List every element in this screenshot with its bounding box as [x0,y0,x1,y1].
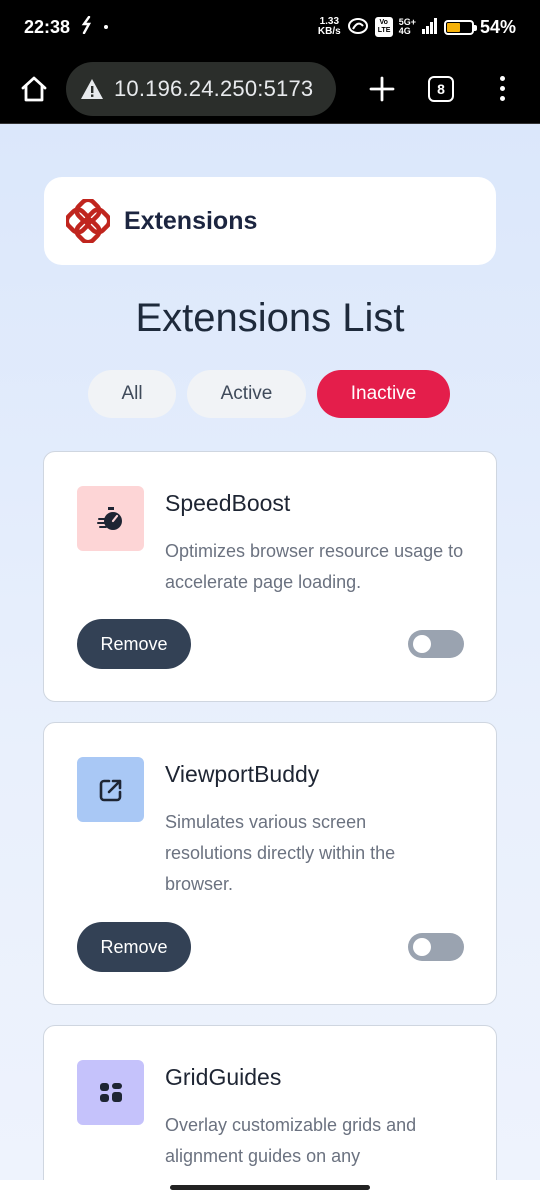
home-indicator[interactable] [170,1185,370,1190]
speed-icon [96,506,122,530]
extension-name: GridGuides [165,1064,282,1090]
hotspot-icon [347,17,369,38]
grid-icon [99,1082,122,1102]
enable-toggle[interactable] [408,630,464,658]
network-sub: 4G [398,26,411,36]
extension-icon-box [77,486,144,551]
warning-icon[interactable] [80,78,104,100]
address-bar[interactable]: 10.196.24.250:5173 [66,61,336,116]
tab-switcher-button[interactable]: 8 [428,75,454,102]
signal-icon [421,17,438,37]
home-icon [21,76,47,101]
filter-all-button[interactable]: All [88,370,176,418]
net-speed-unit: KB/s [317,26,341,37]
network-label: 5G+ 4G [399,18,416,36]
battery-icon [443,19,477,35]
status-bar: 22:38 1.33 KB/s Vo LTE 5G+ 4G 54% [0,0,540,54]
home-button[interactable] [14,69,54,109]
bottom-nav-area [0,1180,540,1200]
external-link-icon [99,779,121,801]
notification-icon [80,15,94,39]
menu-button[interactable] [492,69,512,109]
dot-icon [104,25,109,29]
net-speed: 1.33 KB/s [318,17,341,37]
url-text[interactable]: 10.196.24.250:5173 [114,76,313,102]
extension-description: Optimizes browser resource usage to acce… [165,541,464,592]
page-title: Extensions List [135,296,405,340]
header-card: Extensions [44,177,496,265]
logo-icon [66,199,110,243]
extension-card: SpeedBoost Optimizes browser resource us… [43,451,497,702]
enable-toggle[interactable] [408,933,464,961]
extension-description: Overlay customizable grids and alignment… [165,1115,417,1166]
filter-tabs: All Active Inactive [88,370,450,418]
logo-text: Extensions [124,206,258,235]
status-time: 22:38 [24,16,71,37]
extension-name: ViewportBuddy [165,761,320,787]
extension-icon-box [77,1060,144,1125]
filter-active-button[interactable]: Active [187,370,306,418]
browser-toolbar: 10.196.24.250:5173 8 [0,54,540,124]
plus-icon [369,76,395,101]
extension-card: ViewportBuddy Simulates various screen r… [43,722,497,1005]
battery-percent: 54% [479,16,516,37]
extension-name: SpeedBoost [165,490,291,516]
new-tab-button[interactable] [362,69,402,109]
volte-badge: Vo LTE [374,17,393,37]
remove-button[interactable]: Remove [77,922,191,972]
page-content: Extensions Extensions List All Active In… [0,124,540,1180]
extension-card: GridGuides Overlay customizable grids an… [43,1025,497,1180]
remove-button[interactable]: Remove [77,619,191,669]
extension-icon-box [77,757,144,822]
filter-inactive-button[interactable]: Inactive [317,370,450,418]
extension-description: Simulates various screen resolutions dir… [165,812,396,894]
